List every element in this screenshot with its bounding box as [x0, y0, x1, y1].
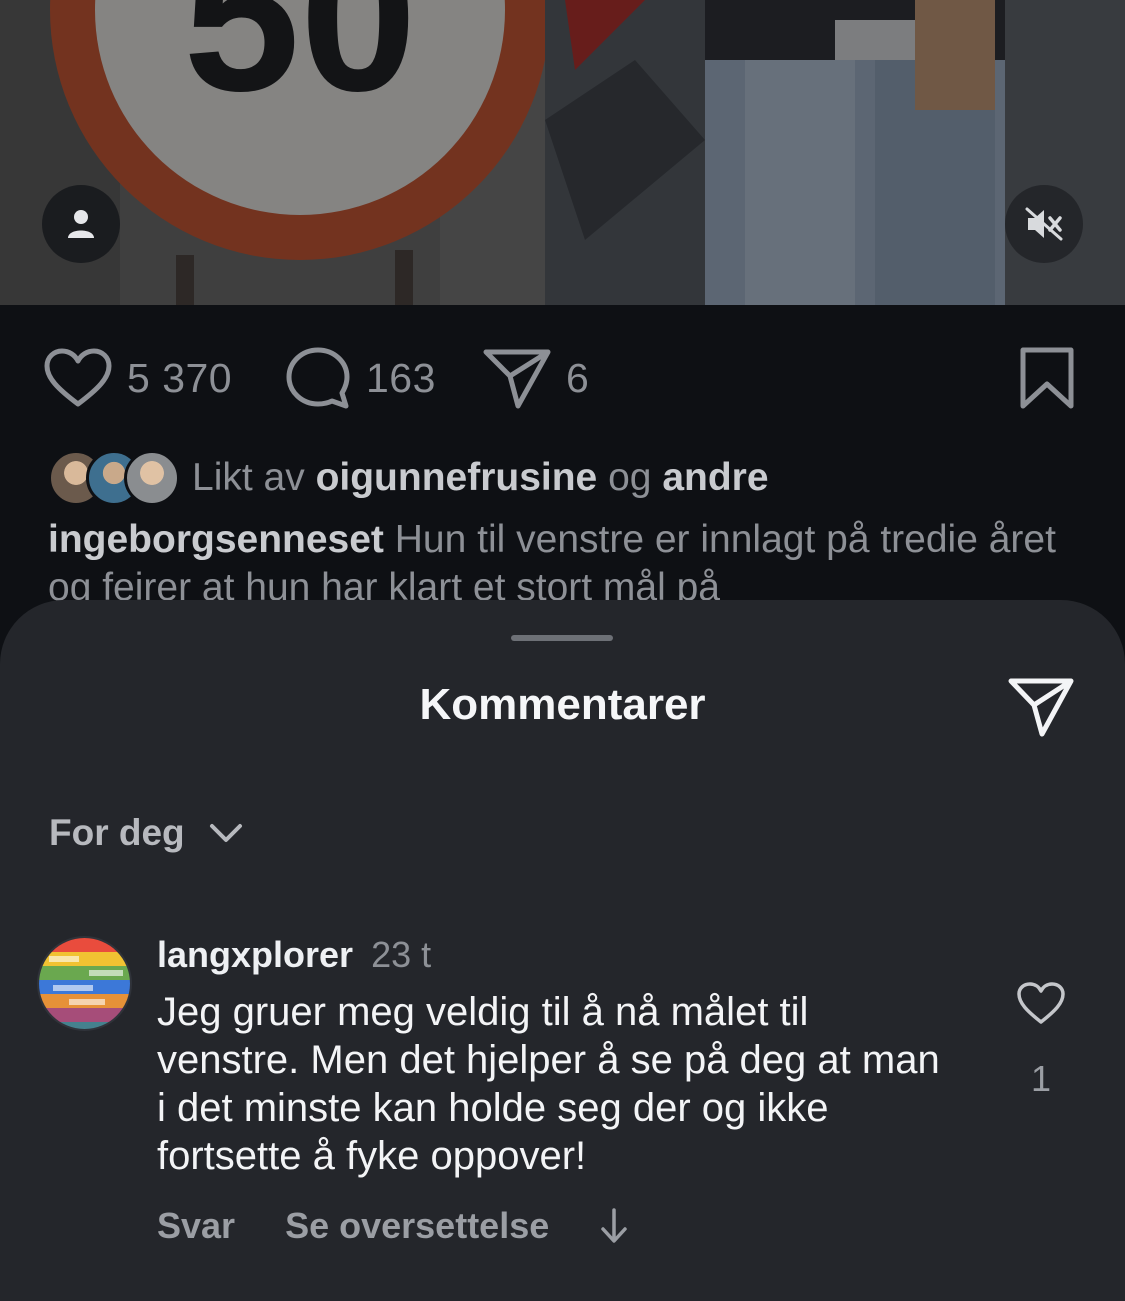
sheet-title: Kommentarer — [419, 680, 706, 729]
reply-button[interactable]: Svar — [157, 1205, 235, 1247]
share-post-button[interactable] — [1005, 674, 1077, 740]
comment-action[interactable]: 163 — [284, 345, 436, 411]
avatar-graphic — [39, 938, 130, 1029]
media-photo-left[interactable]: 50 — [0, 0, 545, 305]
liked-by-prefix: Likt av — [192, 456, 305, 499]
sort-label[interactable]: For deg — [49, 812, 185, 854]
like-action[interactable]: 5 370 — [43, 345, 232, 411]
speaker-muted-icon — [1025, 207, 1063, 241]
liked-by-joiner: og — [608, 456, 652, 499]
liked-by-row[interactable]: Likt av oigunnefrusine og andre — [48, 450, 769, 506]
liked-by-text: Likt av oigunnefrusine og andre — [192, 456, 769, 500]
avatar — [124, 450, 180, 506]
save-action[interactable] — [1018, 345, 1076, 411]
comments-sheet: Kommentarer For deg langxplorer 23 t Jeg… — [0, 600, 1125, 1301]
comment-like-count: 1 — [1030, 1058, 1052, 1099]
bookmark-icon[interactable] — [1018, 346, 1076, 410]
chevron-down-icon[interactable] — [209, 822, 243, 844]
comment-item: langxplorer 23 t Jeg gruer meg veldig ti… — [0, 930, 1125, 1260]
comment-like-button[interactable] — [1014, 978, 1068, 1028]
like-count[interactable]: 5 370 — [127, 355, 232, 402]
share-count[interactable]: 6 — [566, 355, 589, 402]
arrow-down-icon[interactable] — [599, 1207, 629, 1245]
heart-icon — [1017, 982, 1065, 1024]
paper-plane-icon — [1008, 678, 1074, 737]
mute-button[interactable] — [1005, 185, 1083, 263]
post-action-bar: 5 370 163 6 — [0, 345, 1125, 411]
comment-actions: Svar Se oversettelse — [157, 1205, 629, 1247]
heart-icon[interactable] — [43, 347, 113, 409]
comment-avatar[interactable] — [37, 936, 132, 1031]
comment-timestamp: 23 t — [371, 934, 432, 975]
paper-plane-icon[interactable] — [482, 346, 552, 410]
comment-username[interactable]: langxplorer — [157, 934, 353, 975]
user-tag-button[interactable] — [42, 185, 120, 263]
liked-by-others-link[interactable]: andre — [662, 456, 768, 499]
liked-by-avatars[interactable] — [48, 450, 180, 506]
user-tag-icon — [68, 210, 94, 238]
sheet-drag-handle[interactable] — [511, 635, 613, 641]
share-action[interactable]: 6 — [482, 345, 589, 411]
post-caption[interactable]: ingeborgsenneset Hun til venstre er innl… — [48, 516, 1088, 612]
comment-bubble-icon[interactable] — [284, 345, 352, 411]
post-media[interactable]: 50 — [0, 0, 1125, 305]
translate-button[interactable]: Se oversettelse — [285, 1205, 549, 1247]
comment-header: langxplorer 23 t — [157, 934, 431, 976]
liked-by-username[interactable]: oigunnefrusine — [316, 456, 598, 499]
caption-author[interactable]: ingeborgsenneset — [48, 518, 384, 561]
comment-sort-dropdown[interactable]: For deg — [49, 812, 243, 854]
comment-text: Jeg gruer meg veldig til å nå målet til … — [157, 990, 940, 1178]
comment-count[interactable]: 163 — [366, 355, 436, 402]
